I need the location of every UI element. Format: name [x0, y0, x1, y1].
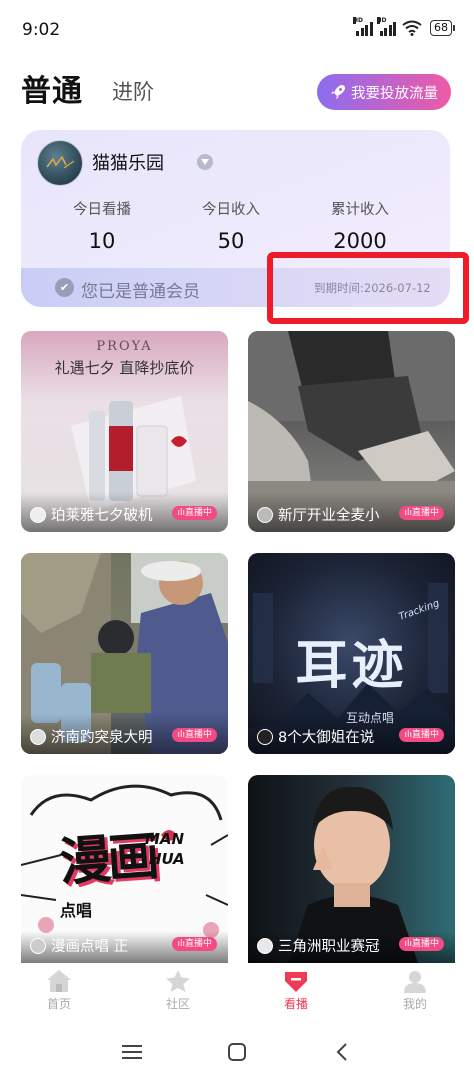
poster-en-line2: HUA — [149, 850, 185, 868]
stat-today-income: 今日收入 50 — [161, 198, 301, 253]
host-avatar — [30, 507, 46, 523]
bottom-nav: 首页 社区 看播 我的 — [0, 963, 474, 1023]
room-name[interactable]: 猫猫乐园 — [92, 149, 164, 175]
room-card[interactable]: 漫画 点唱 MAN HUA 漫画点唱 正 ılı直播中 — [21, 775, 228, 963]
avatar-logo-icon — [46, 155, 75, 169]
room-card[interactable]: PROYA 礼遇七夕 直降抄底价 珀莱雅七夕破机 ılı直播中 — [21, 331, 228, 532]
nav-community[interactable]: 社区 — [148, 969, 208, 1012]
room-avatar[interactable] — [37, 140, 83, 186]
nav-community-label: 社区 — [165, 997, 190, 1011]
live-badge: ılı直播中 — [172, 728, 217, 742]
stat-total-income: 累计收入 2000 — [290, 198, 430, 253]
stat-today-views: 今日看播 10 — [32, 198, 172, 253]
room-card[interactable]: 新厅开业全麦小 ılı直播中 — [248, 331, 455, 532]
live-badge: ılı直播中 — [399, 937, 444, 951]
signal-icon: HD — [376, 17, 396, 36]
status-bar: 9:02 HD HD 68 — [0, 0, 474, 56]
poster-main-title: 漫画 — [57, 825, 158, 894]
stat-label: 今日看播 — [73, 202, 131, 218]
nav-watch[interactable]: 看播 — [266, 969, 326, 1012]
host-avatar — [257, 507, 273, 523]
stat-value: 2000 — [333, 229, 387, 253]
watch-gem-icon — [285, 972, 307, 992]
stat-value: 50 — [217, 229, 245, 253]
promote-traffic-label: 我要投放流量 — [351, 85, 438, 102]
room-title: 新厅开业全麦小 — [278, 508, 380, 524]
nav-me[interactable]: 我的 — [385, 969, 445, 1012]
host-avatar — [257, 938, 273, 954]
live-badge-text: 直播中 — [411, 730, 439, 740]
live-badge: ılı直播中 — [399, 728, 444, 742]
poster-subtitle: 点唱 — [60, 901, 93, 920]
live-badge: ılı直播中 — [172, 937, 217, 951]
wifi-icon — [402, 20, 422, 36]
chevron-down-icon[interactable] — [197, 154, 213, 170]
stat-value: 10 — [88, 229, 116, 253]
system-nav-bar — [0, 1030, 474, 1074]
tab-normal[interactable]: 普通 — [21, 66, 83, 110]
menu-icon[interactable] — [122, 1044, 142, 1060]
host-avatar — [30, 938, 46, 954]
vip-status-text: 您已是普通会员 — [81, 282, 200, 302]
status-time: 9:02 — [22, 20, 61, 40]
live-badge-text: 直播中 — [184, 508, 212, 518]
promote-traffic-button[interactable]: 我要投放流量 — [317, 74, 451, 110]
room-title: 济南趵突泉大明 — [51, 730, 153, 746]
tab-advanced[interactable]: 进阶 — [112, 76, 154, 106]
live-badge: ılı直播中 — [399, 506, 444, 520]
poster-en-line1: MAN — [145, 830, 185, 848]
nav-me-label: 我的 — [402, 997, 427, 1011]
nav-home-label: 首页 — [46, 997, 71, 1011]
nav-home[interactable]: 首页 — [29, 969, 89, 1012]
stat-label: 今日收入 — [202, 202, 260, 218]
home-icon — [47, 970, 71, 992]
room-card[interactable]: Tracking 耳迹 互动点唱 8个大御姐在说 ılı直播中 — [248, 553, 455, 754]
home-square-icon[interactable] — [228, 1043, 246, 1061]
rocket-icon — [331, 85, 345, 99]
user-icon — [404, 971, 426, 993]
live-badge-text: 直播中 — [184, 730, 212, 740]
room-title: 三角洲职业赛冠 — [278, 939, 380, 955]
signal-icon: HD — [353, 17, 373, 36]
nav-watch-label: 看播 — [283, 997, 308, 1011]
poster-main-title: 耳迹 — [295, 635, 408, 696]
stat-label: 累计收入 — [331, 202, 389, 218]
star-icon — [166, 970, 190, 992]
room-card[interactable]: 济南趵突泉大明 ılı直播中 — [21, 553, 228, 754]
host-avatar — [257, 729, 273, 745]
host-avatar — [30, 729, 46, 745]
annotation-highlight-box — [267, 252, 469, 324]
vip-check-icon: ✔ — [55, 278, 74, 297]
status-icons: HD HD 68 — [353, 17, 455, 36]
back-icon[interactable] — [336, 1043, 348, 1061]
room-title: 漫画点唱 正 — [51, 939, 129, 955]
live-badge-text: 直播中 — [411, 508, 439, 518]
live-badge-text: 直播中 — [184, 939, 212, 949]
battery-icon: 68 — [430, 20, 455, 36]
room-title: 珀莱雅七夕破机 — [51, 508, 153, 524]
stats-row: 今日看播 10 今日收入 50 累计收入 2000 — [21, 198, 450, 258]
room-title: 8个大御姐在说 — [278, 730, 375, 746]
room-card[interactable]: 三角洲职业赛冠 ılı直播中 — [248, 775, 455, 963]
poster-brand: PROYA — [96, 339, 153, 354]
live-badge: ılı直播中 — [172, 506, 217, 520]
poster-headline: 礼遇七夕 直降抄底价 — [54, 359, 195, 377]
live-badge-text: 直播中 — [411, 939, 439, 949]
